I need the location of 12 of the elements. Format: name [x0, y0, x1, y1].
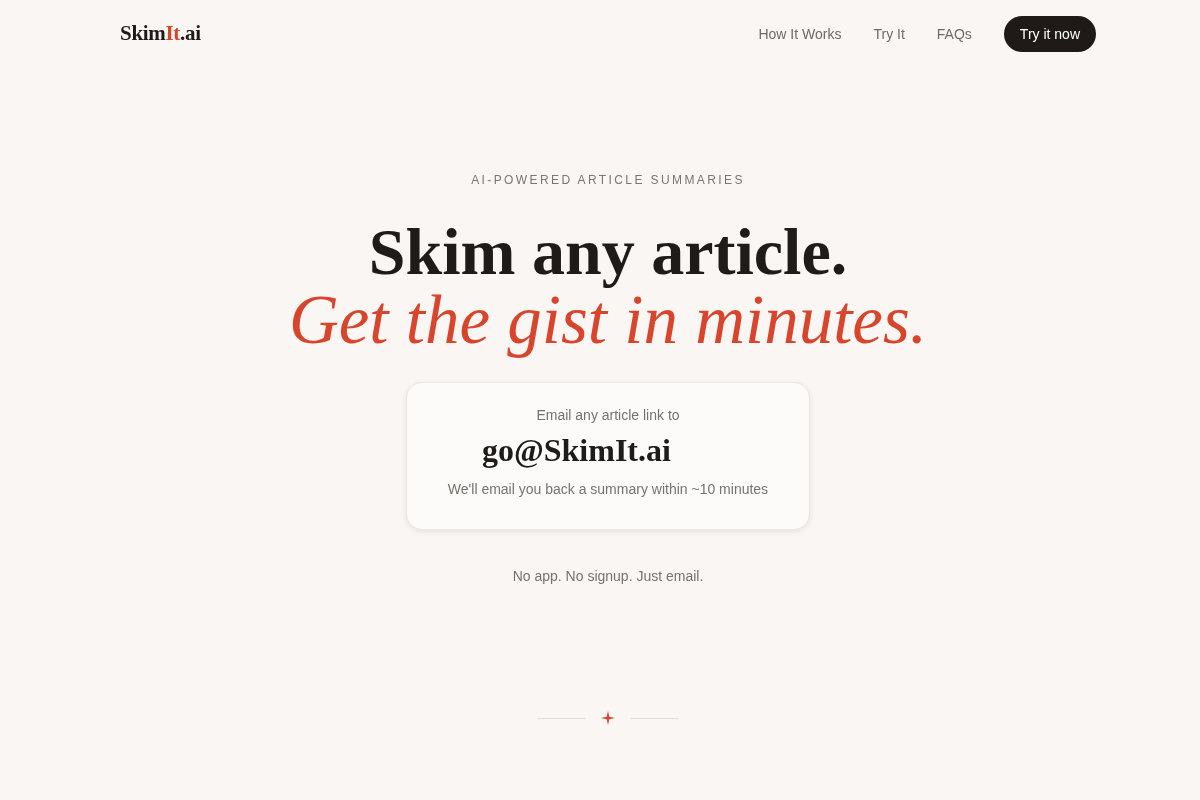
- headline: Skim any article.: [368, 218, 848, 286]
- cta-button[interactable]: Try it now: [1003, 16, 1096, 52]
- logo[interactable]: SkimIt.ai: [120, 18, 201, 50]
- tagline: No app. No signup. Just email.: [512, 567, 704, 586]
- nav-link[interactable]: Try It: [873, 23, 905, 45]
- eyebrow-text: AI-POWERED ARTICLE SUMMARIES: [471, 172, 745, 188]
- sparkle-icon: [601, 711, 615, 725]
- email-address[interactable]: go@SkimIt.ai: [482, 432, 671, 468]
- card-note: We'll email you back a summary within ~10 minutes: [447, 480, 769, 499]
- nav-link[interactable]: How It Works: [758, 23, 842, 45]
- card-label: Email any article link to: [536, 406, 680, 425]
- nav-link[interactable]: FAQs: [936, 23, 972, 45]
